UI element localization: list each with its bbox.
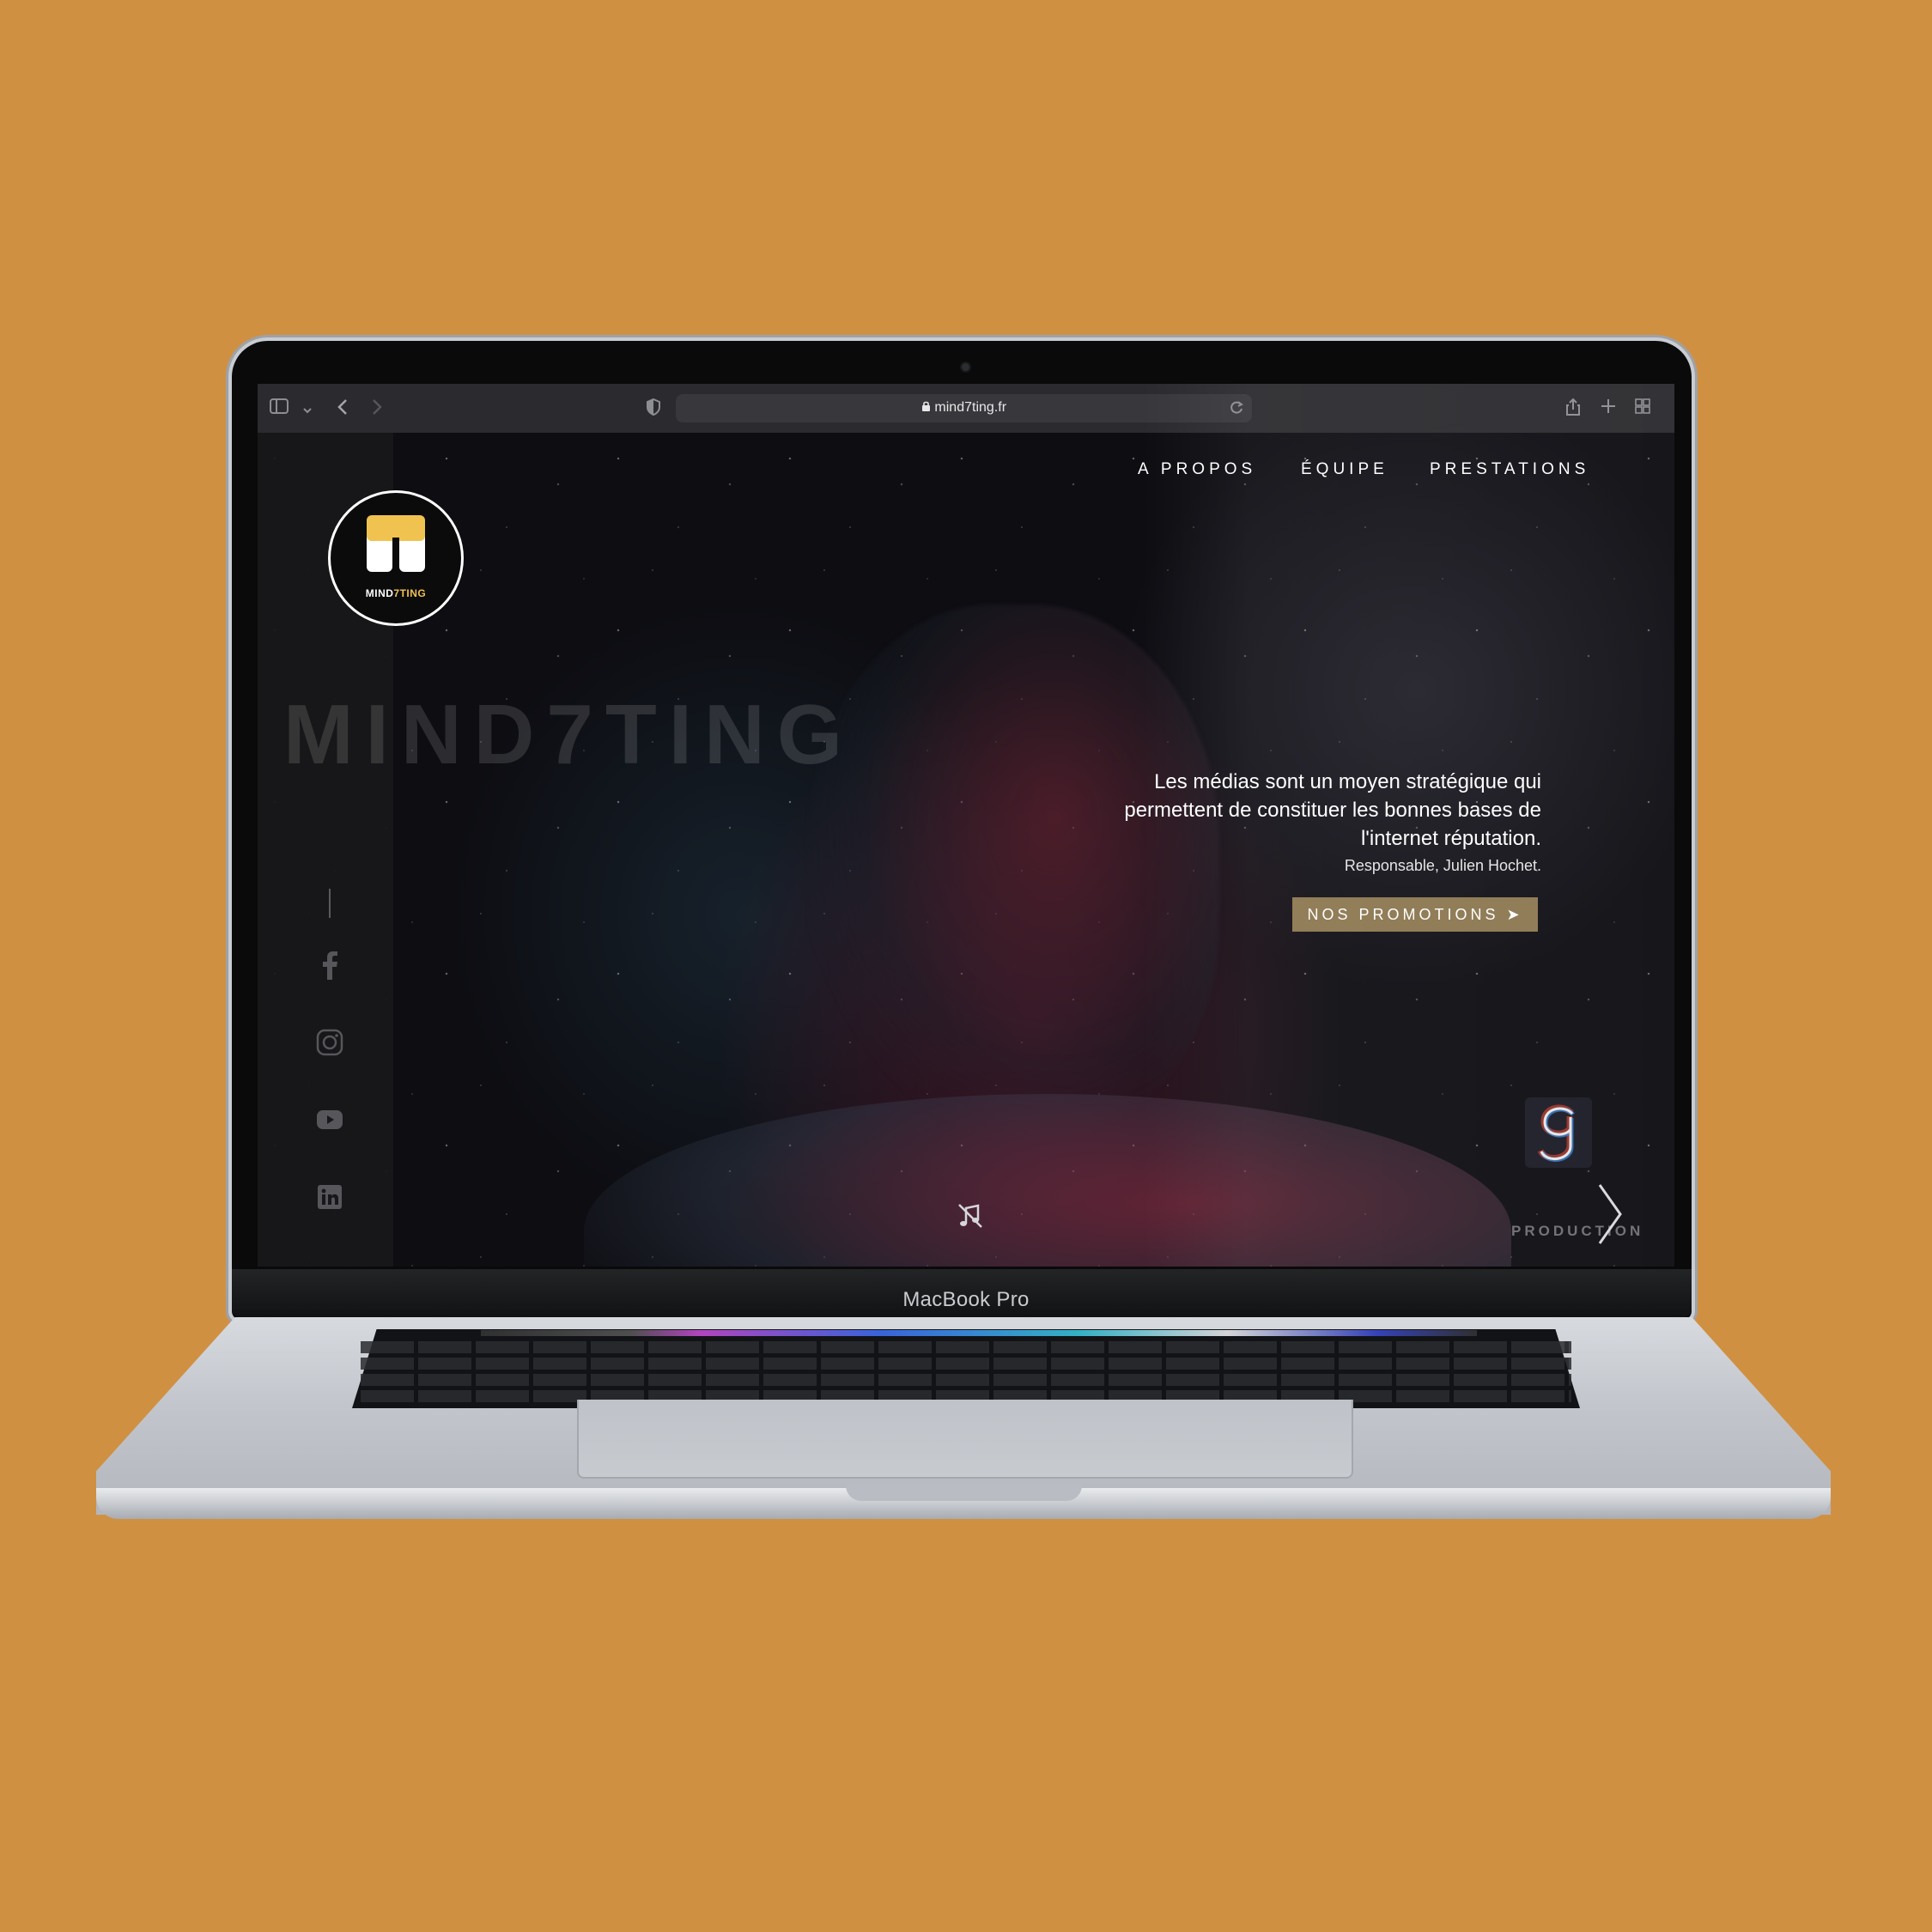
lid-notch	[846, 1484, 1082, 1501]
partner-g-logo-icon	[1525, 1097, 1592, 1168]
browser-toolbar: mind7ting.fr	[258, 384, 1674, 434]
promotions-button[interactable]: NOS PROMOTIONS ➤	[1292, 897, 1538, 932]
logo-mark-icon	[367, 515, 425, 572]
nav-a-propos[interactable]: A PROPOS	[1138, 460, 1256, 479]
nav-prestations[interactable]: PRESTATIONS	[1430, 460, 1589, 479]
youtube-icon[interactable]	[311, 1101, 349, 1139]
site-logo[interactable]: MIND7TING	[328, 490, 464, 626]
camera	[962, 363, 969, 371]
chevron-down-icon[interactable]	[302, 399, 313, 420]
address-bar[interactable]: mind7ting.fr	[676, 394, 1252, 422]
back-arrow-icon[interactable]	[337, 398, 349, 421]
lock-icon	[921, 400, 934, 415]
forward-arrow-icon[interactable]	[371, 398, 383, 421]
keyboard-keys	[361, 1341, 1571, 1403]
laptop-screen: mind7ting.fr MIND7TING MIND7TING A PROPO…	[258, 384, 1674, 1267]
social-divider	[329, 889, 331, 918]
share-icon[interactable]	[1565, 398, 1581, 421]
tabs-overview-icon[interactable]	[1634, 398, 1651, 419]
music-off-icon[interactable]	[956, 1201, 985, 1237]
new-tab-icon[interactable]	[1600, 398, 1617, 419]
sidebar-icon[interactable]	[270, 398, 289, 418]
trackpad	[577, 1400, 1353, 1479]
website-hero: MIND7TING MIND7TING A PROPOS ÉQUIPE PRES…	[258, 433, 1674, 1267]
instagram-icon[interactable]	[311, 1024, 349, 1061]
url-text: mind7ting.fr	[934, 400, 1007, 415]
device-label: MacBook Pro	[902, 1288, 1030, 1311]
touch-bar	[481, 1330, 1477, 1336]
logo-text: MIND7TING	[365, 587, 427, 599]
next-slide-arrow-icon[interactable]	[1593, 1180, 1627, 1249]
nav-equipe[interactable]: ÉQUIPE	[1301, 460, 1388, 479]
linkedin-icon[interactable]	[311, 1178, 349, 1216]
hero-quote-author: Responsable, Julien Hochet.	[1344, 857, 1541, 874]
brand-watermark-text: MIND7TING	[283, 687, 854, 781]
reload-icon[interactable]	[1228, 399, 1245, 421]
hero-portrait-head	[807, 605, 1219, 1137]
hero-quote: Les médias sont un moyen stratégique qui…	[1124, 770, 1541, 850]
facebook-icon[interactable]	[311, 946, 349, 984]
shield-icon[interactable]	[646, 398, 661, 421]
